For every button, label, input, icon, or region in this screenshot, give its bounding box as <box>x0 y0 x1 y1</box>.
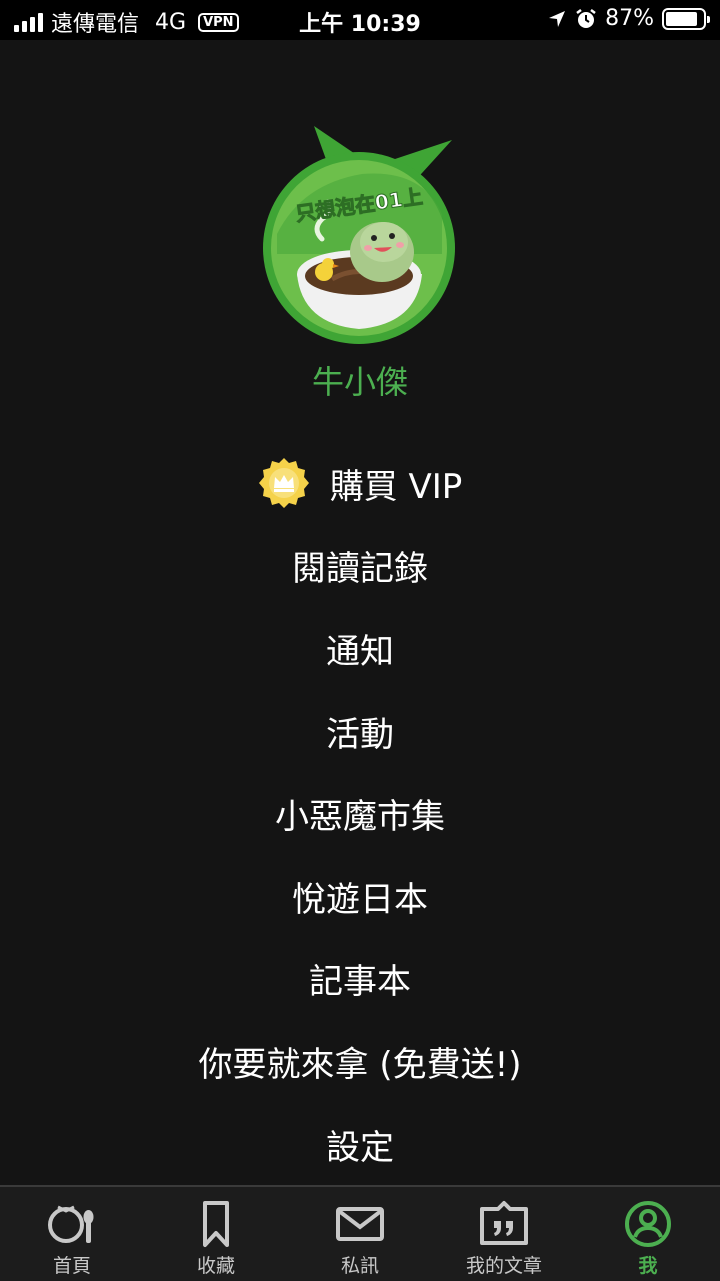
menu-item-notebook[interactable]: 記事本 <box>0 938 720 1021</box>
alarm-icon <box>576 8 596 28</box>
tab-label: 首頁 <box>52 1255 91 1277</box>
bottom-tab-bar: 首頁 收藏 私訊 我的文章 我 <box>0 1185 720 1281</box>
avatar[interactable]: 只想泡在01上 <box>262 124 462 344</box>
menu-item-label: 活動 <box>326 714 394 755</box>
tab-home[interactable]: 首頁 <box>0 1187 144 1281</box>
location-arrow-icon <box>549 10 566 27</box>
menu-item-free-giveaway[interactable]: 你要就來拿 (免費送!) <box>0 1020 720 1103</box>
vip-crown-icon <box>258 458 309 509</box>
tab-label: 私訊 <box>340 1255 379 1277</box>
menu-item-label: 小惡魔市集 <box>275 797 445 838</box>
menu-item-settings[interactable]: 設定 <box>0 1103 720 1186</box>
username: 牛小傑 <box>311 363 408 401</box>
tab-label: 我的文章 <box>465 1255 542 1277</box>
menu-item-reading-history[interactable]: 閱讀記錄 <box>0 525 720 608</box>
profile-menu: 購買 VIP 閱讀記錄 通知 活動 小惡魔市集 悅遊日本 記事本 你要就來拿 (… <box>0 442 720 1185</box>
quote-icon <box>480 1201 528 1245</box>
tab-me[interactable]: 我 <box>576 1187 720 1281</box>
menu-item-japan-travel[interactable]: 悅遊日本 <box>0 855 720 938</box>
bookmark-icon <box>203 1201 229 1247</box>
tab-label: 我 <box>638 1255 658 1277</box>
battery-percent: 87% <box>605 6 654 31</box>
tab-my-articles[interactable]: 我的文章 <box>432 1187 576 1281</box>
menu-item-label: 記事本 <box>309 962 411 1003</box>
tab-favorites[interactable]: 收藏 <box>144 1187 288 1281</box>
menu-item-label: 悅遊日本 <box>292 879 428 920</box>
menu-item-label: 設定 <box>326 1127 394 1168</box>
menu-item-notifications[interactable]: 通知 <box>0 607 720 690</box>
menu-item-label: 閱讀記錄 <box>292 549 428 590</box>
menu-item-label: 通知 <box>326 631 394 672</box>
menu-item-label: 購買 VIP <box>329 466 463 507</box>
menu-item-market[interactable]: 小惡魔市集 <box>0 772 720 855</box>
battery-fill <box>666 11 698 26</box>
tab-messages[interactable]: 私訊 <box>288 1187 432 1281</box>
profile-icon <box>625 1201 671 1247</box>
menu-item-label: 你要就來拿 (免費送!) <box>198 1044 522 1085</box>
battery-icon <box>662 7 710 30</box>
menu-item-events[interactable]: 活動 <box>0 690 720 773</box>
home-icon <box>48 1205 94 1243</box>
status-right: 87% <box>547 6 710 31</box>
mail-icon <box>336 1207 384 1241</box>
tab-label: 收藏 <box>196 1255 235 1277</box>
menu-item-buy-vip[interactable]: 購買 VIP <box>0 442 720 525</box>
status-bar: 遠傳電信 4G VPN 上午 10:39 87% <box>0 0 720 40</box>
